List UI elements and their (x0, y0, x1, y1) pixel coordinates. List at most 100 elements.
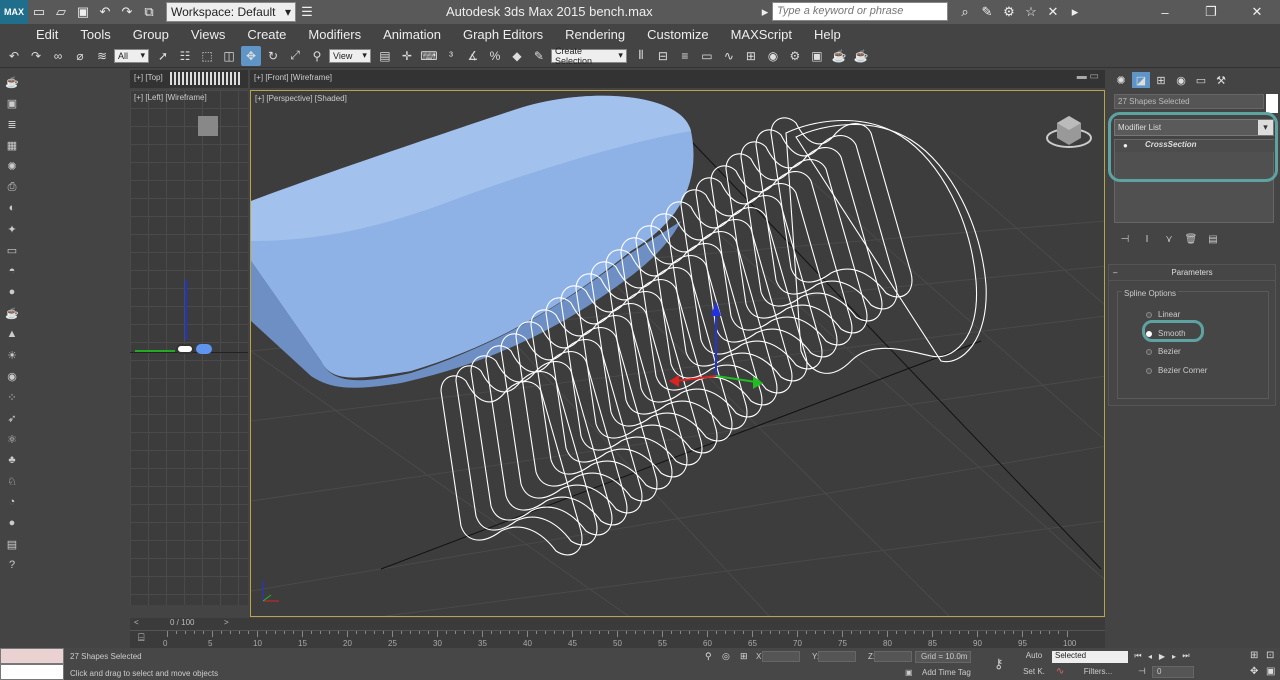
perspective-viewport-label[interactable]: [+] [Perspective] [Shaded] (255, 94, 347, 103)
teapot-small-icon[interactable]: ☕ (3, 304, 21, 322)
top-viewport-label[interactable]: [+] [Top] (134, 73, 163, 82)
go-to-end-icon[interactable]: ⏭ (1180, 650, 1192, 662)
render-iterative-icon[interactable]: ☕ (851, 46, 871, 66)
angle-snap-icon[interactable]: ∡ (463, 46, 483, 66)
set-key-button[interactable]: Set K. (1018, 667, 1050, 679)
render-production-icon[interactable]: ☕ (829, 46, 849, 66)
edit-named-selection-icon[interactable]: ✎ (529, 46, 549, 66)
select-object-icon[interactable]: ➚ (153, 46, 173, 66)
plane-icon[interactable]: ▭ (3, 241, 21, 259)
modify-tab-icon[interactable]: ◪ (1132, 72, 1150, 88)
spacewarp-icon[interactable]: ✦ (3, 220, 21, 238)
hierarchy-tab-icon[interactable]: ⊞ (1152, 72, 1170, 88)
open-file-icon[interactable]: ▱ (51, 2, 71, 22)
maximize-viewport-icon[interactable]: ▣ (1266, 666, 1275, 677)
gizmo-y-axis[interactable] (135, 350, 175, 352)
zoom-extents-icon[interactable]: ⊞ (1250, 650, 1258, 661)
atom-icon[interactable]: ⚛ (3, 430, 21, 448)
top-viewport-header[interactable]: [+] [Top] (130, 70, 248, 88)
menu-customize[interactable]: Customize (647, 27, 708, 42)
tree-icon[interactable]: ♣ (3, 451, 21, 469)
app-logo[interactable]: MAX (0, 0, 28, 24)
question-icon[interactable]: ? (3, 556, 21, 574)
box-icon[interactable]: ▣ (3, 94, 21, 112)
y-coordinate-field[interactable] (818, 651, 856, 662)
next-frame-icon[interactable]: > (224, 618, 229, 627)
utilities-tab-icon[interactable]: ⚒ (1212, 72, 1230, 88)
render-setup-icon[interactable]: ⚙ (785, 46, 805, 66)
timeline-track[interactable]: 0 5 10 15 20 25 30 35 40 45 50 55 60 65 70 75 80 85 90 95 10… (130, 630, 1105, 648)
add-time-tag-button[interactable]: Add Time Tag (922, 668, 971, 677)
left-viewport-label[interactable]: [+] [Left] [Wireframe] (134, 93, 207, 102)
object-name-field[interactable]: 27 Shapes Selected (1114, 94, 1264, 109)
percent-snap-icon[interactable]: % (485, 46, 505, 66)
menu-modifiers[interactable]: Modifiers (308, 27, 361, 42)
particle-icon[interactable]: ⁘ (3, 388, 21, 406)
rendered-frame-icon[interactable]: ▣ (807, 46, 827, 66)
align-icon[interactable]: ⊟ (653, 46, 673, 66)
search-input[interactable]: Type a keyword or phrase (772, 2, 948, 21)
parameters-header[interactable]: – Parameters (1109, 265, 1275, 281)
layer-manager-icon[interactable]: ≡ (675, 46, 695, 66)
ball-icon[interactable]: ● (3, 514, 21, 532)
maxscript-output[interactable] (0, 664, 64, 680)
make-unique-icon[interactable]: ⋎ (1160, 232, 1178, 246)
snaps-toggle-icon[interactable]: ³ (441, 46, 461, 66)
close-icon[interactable]: ✕ (1234, 0, 1280, 24)
key-filters-button[interactable]: Filters... (1070, 667, 1126, 679)
project-folder-icon[interactable]: ⧉ (139, 2, 159, 22)
viewcube-icon[interactable] (198, 116, 218, 136)
key-mode-toggle-icon[interactable]: ⊣ (1138, 666, 1146, 677)
prev-frame-icon[interactable]: < (134, 618, 139, 627)
menu-maxscript[interactable]: MAXScript (731, 27, 792, 42)
display-tab-icon[interactable]: ▭ (1192, 72, 1210, 88)
go-to-start-icon[interactable]: ⏮ (1132, 650, 1144, 662)
lock-selection-icon[interactable]: ⚲ (705, 651, 712, 662)
pivot-center-icon[interactable]: ▤ (375, 46, 395, 66)
named-selection-dropdown[interactable]: Create Selection ▾ (550, 46, 627, 66)
workspace-dropdown[interactable]: Workspace: Default ▾ (166, 2, 296, 22)
object-color-swatch[interactable] (1266, 94, 1278, 113)
previous-frame-icon[interactable]: ◂ (1144, 650, 1156, 662)
isolate-icon[interactable]: ◎ (722, 651, 730, 662)
menu-edit[interactable]: Edit (36, 27, 58, 42)
select-and-scale-icon[interactable]: ⤢ (285, 46, 305, 66)
select-manipulate-icon[interactable]: ✛ (397, 46, 417, 66)
teapot-icon[interactable]: ☕ (3, 73, 21, 91)
help-icon[interactable]: ▸ (1065, 2, 1085, 22)
cone-icon[interactable]: ▲ (3, 325, 21, 343)
sky-icon[interactable]: ◉ (3, 367, 21, 385)
dog-icon[interactable]: ♘ (3, 472, 21, 490)
mirror-icon[interactable]: ⫴ (631, 46, 651, 66)
undo-icon[interactable]: ↶ (4, 46, 24, 66)
menu-animation[interactable]: Animation (383, 27, 441, 42)
star-icon[interactable]: ☆ (1021, 2, 1041, 22)
orbit-icon[interactable]: ✥ (1250, 666, 1258, 677)
close-x-icon[interactable]: ✕ (1043, 2, 1063, 22)
undo-icon[interactable]: ↶ (95, 2, 115, 22)
material-editor-icon[interactable]: ◉ (763, 46, 783, 66)
keyboard-shortcut-icon[interactable]: ⌨ (419, 46, 439, 66)
dome-icon[interactable]: ◓ (3, 262, 21, 280)
reference-coordinate-dropdown[interactable]: View ▾ (329, 48, 371, 63)
menu-graph-editors[interactable]: Graph Editors (463, 27, 543, 42)
menu-toggle-icon[interactable]: ☰ (297, 2, 317, 22)
time-slider[interactable]: 0 / 100 < > (130, 618, 1105, 630)
select-by-name-icon[interactable]: ☷ (175, 46, 195, 66)
gizmo-z-axis[interactable] (185, 280, 187, 340)
selection-filter-dropdown[interactable]: All ▾ (114, 48, 150, 63)
left-viewport[interactable]: [+] [Left] [Wireframe] (130, 90, 248, 605)
create-tab-icon[interactable]: ✺ (1112, 72, 1130, 88)
save-icon[interactable]: ▣ (73, 2, 93, 22)
restore-icon[interactable]: ❐ (1188, 0, 1234, 24)
helper-icon[interactable]: ◐ (3, 199, 21, 217)
binoculars-icon[interactable]: ⌕ (955, 2, 975, 22)
redo-icon[interactable]: ↷ (117, 2, 137, 22)
configure-sets-icon[interactable]: ▤ (1204, 232, 1222, 246)
remove-modifier-icon[interactable]: 🗑 (1182, 232, 1200, 246)
list-icon[interactable]: ≣ (3, 115, 21, 133)
time-tag-icon[interactable]: ▣ (905, 668, 913, 677)
exchange-icon[interactable]: ⚙ (999, 2, 1019, 22)
viewport-minimize-icon[interactable]: ▬ ▭ (1077, 71, 1099, 82)
spinner-snap-icon[interactable]: ◆ (507, 46, 527, 66)
